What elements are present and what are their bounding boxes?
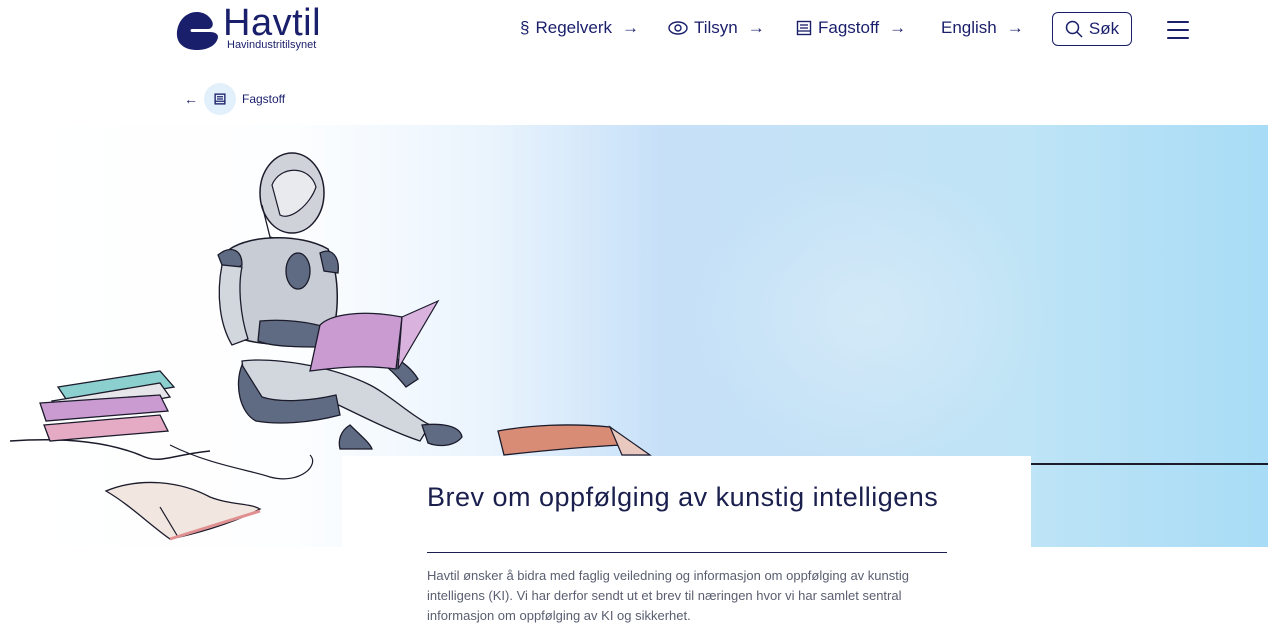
nav-regelverk[interactable]: § Regelverk → bbox=[520, 18, 639, 38]
nav-tilsyn[interactable]: Tilsyn → bbox=[668, 18, 765, 38]
nav-english[interactable]: English → bbox=[941, 18, 1024, 38]
nav-regelverk-label: Regelverk bbox=[535, 18, 613, 37]
arrow-right-icon: → bbox=[622, 18, 640, 37]
search-button[interactable]: Søk bbox=[1052, 12, 1132, 46]
title-divider bbox=[427, 552, 947, 553]
article-intro-card: Brev om oppfølging av kunstig intelligen… bbox=[342, 456, 1031, 626]
eye-icon bbox=[668, 21, 688, 35]
havtil-logo-icon bbox=[176, 12, 218, 50]
article-title: Brev om oppfølging av kunstig intelligen… bbox=[427, 482, 939, 512]
arrow-right-icon: → bbox=[747, 18, 765, 37]
arrow-right-icon: → bbox=[1006, 18, 1024, 37]
arrow-right-icon: → bbox=[889, 18, 907, 37]
back-arrow-icon[interactable]: ← bbox=[184, 91, 198, 107]
search-icon bbox=[1065, 20, 1083, 38]
book-icon bbox=[796, 20, 812, 36]
book-icon bbox=[214, 93, 226, 105]
breadcrumb-icon-circle bbox=[204, 83, 236, 115]
hamburger-line bbox=[1167, 29, 1189, 31]
breadcrumb: ← Fagstoff bbox=[184, 82, 285, 116]
nav-english-label: English bbox=[941, 18, 997, 37]
hamburger-line bbox=[1167, 37, 1189, 39]
section-icon: § bbox=[520, 18, 530, 37]
breadcrumb-link-fagstoff[interactable]: Fagstoff bbox=[242, 92, 285, 106]
article-lead: Havtil ønsker å bidra med faglig veiledn… bbox=[427, 568, 909, 623]
havtil-logo[interactable]: Havtil Havindustritilsynet bbox=[174, 2, 344, 52]
nav-fagstoff-label: Fagstoff bbox=[818, 18, 880, 37]
logo-subtitle: Havindustritilsynet bbox=[227, 39, 317, 51]
site-header: Havtil Havindustritilsynet § Regelverk →… bbox=[0, 0, 1268, 64]
logo-name: Havtil bbox=[223, 2, 322, 44]
search-button-label: Søk bbox=[1088, 19, 1120, 38]
hamburger-icon bbox=[1167, 21, 1189, 23]
nav-fagstoff[interactable]: Fagstoff → bbox=[796, 18, 906, 38]
nav-tilsyn-label: Tilsyn bbox=[694, 18, 738, 37]
menu-button[interactable] bbox=[1167, 19, 1191, 41]
